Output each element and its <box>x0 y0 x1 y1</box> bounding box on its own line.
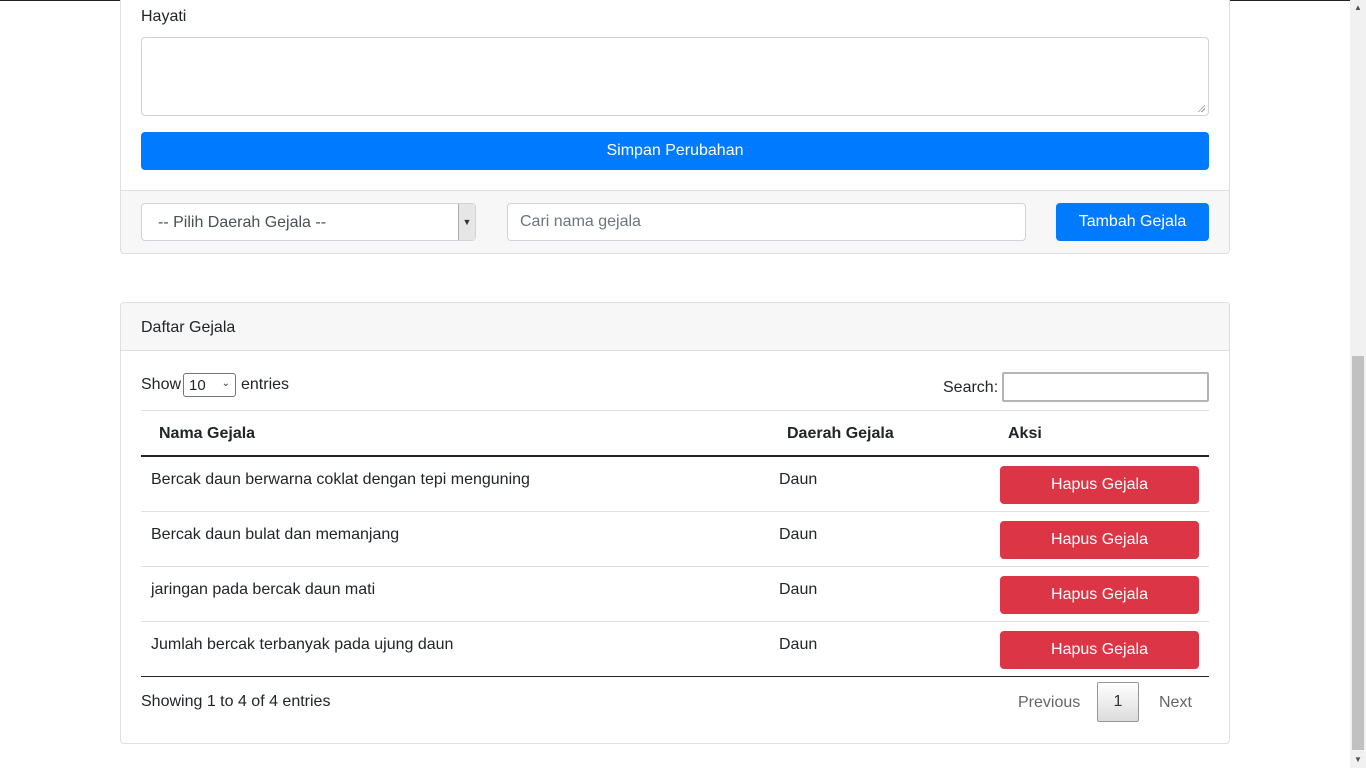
column-header-nama[interactable]: Nama Gejala <box>159 425 255 443</box>
cell-nama-gejala: Jumlah bercak terbanyak pada ujung daun <box>151 636 454 653</box>
cell-nama-gejala: jaringan pada bercak daun mati <box>151 581 376 598</box>
symptom-search-input[interactable] <box>507 203 1026 241</box>
cell-daerah-gejala: Daun <box>779 526 818 543</box>
page-size-value: 10 <box>189 377 206 394</box>
pagination-next[interactable]: Next <box>1159 694 1192 712</box>
card-title: Daftar Gejala <box>141 319 236 336</box>
hayati-textarea[interactable] <box>141 37 1209 116</box>
daerah-select-value: -- Pilih Daerah Gejala -- <box>158 214 327 231</box>
show-label: Show <box>141 376 182 393</box>
column-header-daerah[interactable]: Daerah Gejala <box>787 425 894 443</box>
save-changes-button[interactable]: Simpan Perubahan <box>141 132 1209 170</box>
cell-nama-gejala: Bercak daun bulat dan memanjang <box>151 526 400 543</box>
table-search-input[interactable] <box>1002 372 1209 402</box>
scroll-down-icon[interactable]: ▼ <box>1350 752 1366 768</box>
delete-symptom-button[interactable]: Hapus Gejala <box>1000 631 1199 669</box>
cell-daerah-gejala: Daun <box>779 636 818 653</box>
entries-label: entries <box>241 376 290 393</box>
delete-symptom-button[interactable]: Hapus Gejala <box>1000 466 1199 504</box>
divider <box>141 410 1209 411</box>
resize-grip-icon[interactable] <box>1197 104 1205 112</box>
table-row: Jumlah bercak terbanyak pada ujung daun … <box>141 622 1209 677</box>
table-row: Bercak daun bulat dan memanjang Daun Hap… <box>141 512 1209 567</box>
cell-daerah-gejala: Daun <box>779 471 818 488</box>
table-row: jaringan pada bercak daun mati Daun Hapu… <box>141 567 1209 622</box>
delete-symptom-button[interactable]: Hapus Gejala <box>1000 521 1199 559</box>
search-label: Search: <box>943 379 999 396</box>
delete-symptom-button[interactable]: Hapus Gejala <box>1000 576 1199 614</box>
cell-nama-gejala: Bercak daun berwarna coklat dengan tepi … <box>151 471 530 488</box>
card-header <box>121 303 1229 351</box>
page-size-select[interactable]: 10 ⌄ <box>183 373 236 397</box>
daerah-select[interactable]: -- Pilih Daerah Gejala -- ▼ <box>141 203 476 241</box>
chevron-down-icon: ⌄ <box>221 378 230 389</box>
add-symptom-button[interactable]: Tambah Gejala <box>1056 203 1209 241</box>
table-row: Bercak daun berwarna coklat dengan tepi … <box>141 457 1209 512</box>
column-header-aksi[interactable]: Aksi <box>1008 425 1042 443</box>
cell-daerah-gejala: Daun <box>779 581 818 598</box>
scrollbar-thumb[interactable] <box>1352 356 1364 750</box>
pagination-page-1[interactable]: 1 <box>1097 682 1139 722</box>
table-info: Showing 1 to 4 of 4 entries <box>141 693 331 710</box>
table-footer-border <box>141 676 1209 677</box>
scroll-up-icon[interactable]: ▲ <box>1350 0 1366 16</box>
vertical-scrollbar[interactable]: ▲ ▼ <box>1350 0 1366 768</box>
pagination-previous[interactable]: Previous <box>1018 694 1080 712</box>
hayati-label: Hayati <box>141 8 187 25</box>
chevron-down-icon[interactable]: ▼ <box>458 204 475 240</box>
